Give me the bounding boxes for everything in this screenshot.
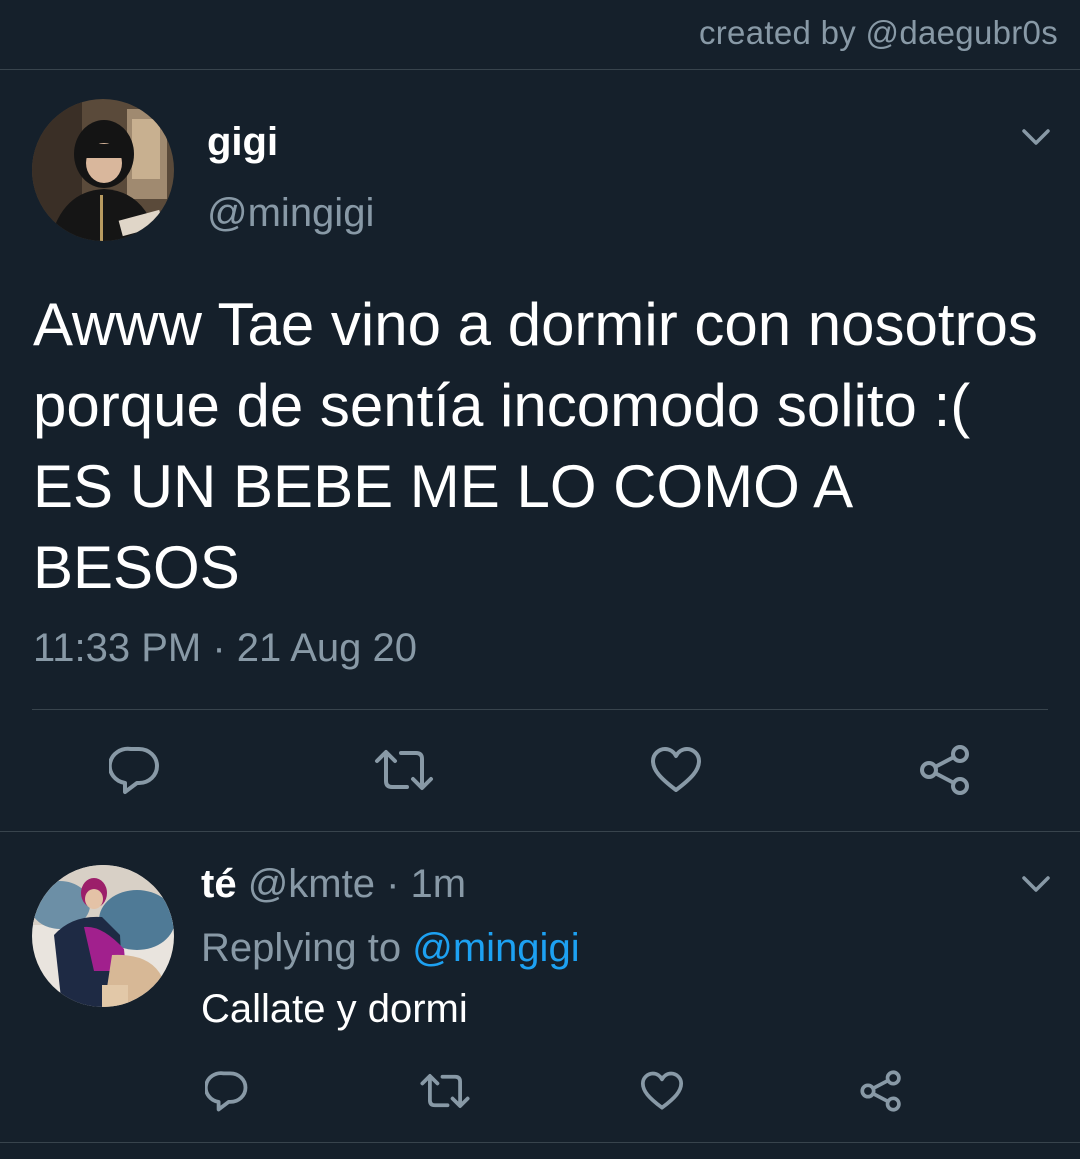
reply-share-icon[interactable] — [856, 1066, 906, 1116]
top-divider — [0, 69, 1080, 70]
creator-credit: created by @daegubr0s — [698, 14, 1058, 51]
reply-handle[interactable]: @kmte — [248, 862, 375, 906]
reply-like-icon[interactable] — [638, 1066, 686, 1116]
chevron-down-icon[interactable] — [1020, 125, 1052, 154]
reply-chevron-down-icon[interactable] — [1020, 872, 1052, 901]
reply-text: Callate y dormi — [201, 987, 468, 1031]
reply-time: · 1m — [386, 862, 467, 906]
tweet-text: Awww Tae vino a dormir con nosotros porq… — [33, 291, 1038, 601]
replying-to-line: Replying to @mingigi — [201, 926, 580, 971]
reply-display-name[interactable]: té — [201, 862, 237, 906]
reply-retweet-icon[interactable] — [418, 1066, 472, 1116]
reply-icon[interactable] — [106, 742, 164, 798]
retweet-icon[interactable] — [372, 742, 436, 798]
reply-reply-icon[interactable] — [202, 1066, 252, 1116]
action-divider — [32, 709, 1048, 710]
replying-to-label: Replying to — [201, 926, 402, 970]
tweet-timestamp[interactable]: 11:33 PM · 21 Aug 20 — [33, 626, 417, 671]
like-icon[interactable] — [648, 742, 704, 798]
bottom-divider — [0, 1142, 1080, 1143]
reply-avatar[interactable] — [32, 865, 174, 1007]
replying-to-mention[interactable]: @mingigi — [412, 926, 579, 970]
share-icon[interactable] — [916, 742, 974, 798]
reply-header: té @kmte · 1m — [201, 862, 466, 907]
display-name[interactable]: gigi — [207, 120, 278, 165]
avatar[interactable] — [32, 99, 174, 241]
user-handle[interactable]: @mingigi — [207, 191, 374, 236]
tweet-divider — [0, 831, 1080, 832]
